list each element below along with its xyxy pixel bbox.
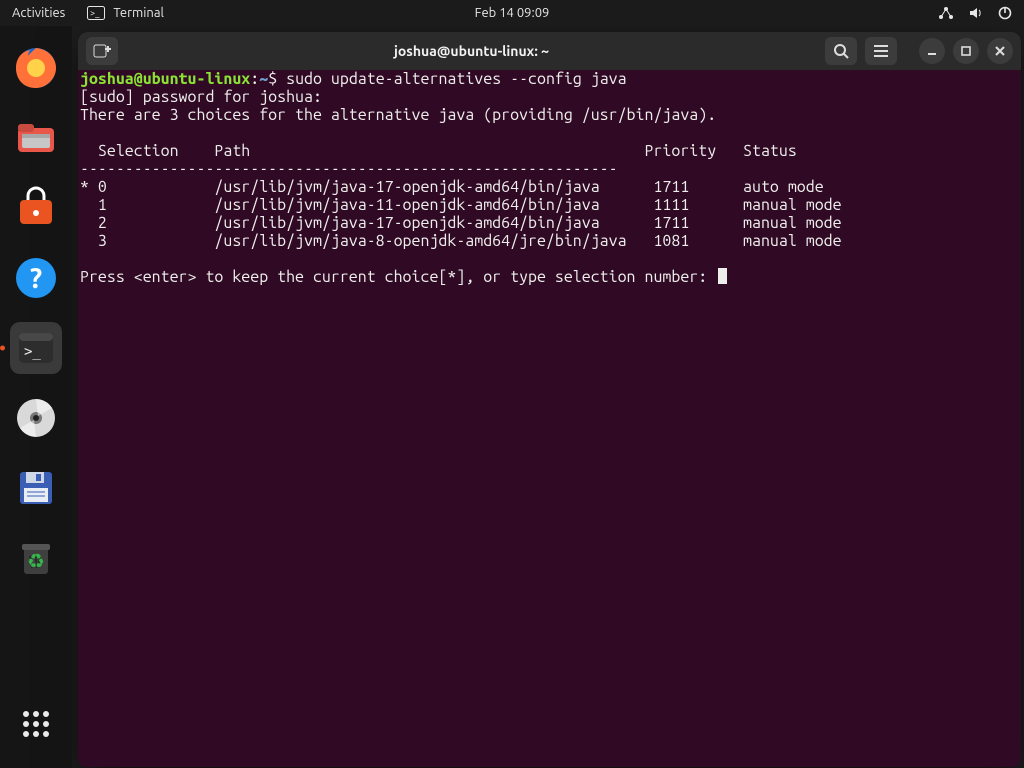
output-prompt: Press <enter> to keep the current choice…: [80, 268, 716, 286]
terminal-window: joshua@ubuntu-linux: ~ joshua@ubuntu-lin…: [78, 32, 1021, 767]
new-tab-button[interactable]: [86, 37, 118, 65]
show-applications-button[interactable]: [10, 698, 62, 750]
dock-item-floppy[interactable]: [10, 462, 62, 514]
hamburger-menu-button[interactable]: [865, 37, 897, 65]
power-icon[interactable]: [998, 6, 1012, 20]
svg-text:>_: >_: [24, 344, 41, 360]
svg-text:?: ?: [30, 263, 42, 294]
prompt-path: ~: [259, 70, 268, 88]
dock-item-firefox[interactable]: [10, 42, 62, 94]
output-row: * 0 /usr/lib/jvm/java-17-openjdk-amd64/b…: [80, 178, 824, 196]
prompt-sep: :: [250, 70, 259, 88]
output-header: Selection Path Priority Status: [80, 142, 797, 160]
dock-item-help[interactable]: ?: [10, 252, 62, 304]
app-menu-label: Terminal: [113, 6, 164, 20]
dock-item-software[interactable]: [10, 182, 62, 234]
network-icon[interactable]: [938, 6, 954, 20]
window-close-button[interactable]: [987, 38, 1013, 64]
terminal-menu-icon: >_: [87, 6, 105, 20]
output-row: 1 /usr/lib/jvm/java-11-openjdk-amd64/bin…: [80, 196, 842, 214]
window-title: joshua@ubuntu-linux: ~: [126, 43, 817, 59]
dock-item-trash[interactable]: ♻: [10, 532, 62, 584]
svg-text:♻: ♻: [27, 549, 45, 572]
dock-item-disc[interactable]: [10, 392, 62, 444]
dock: ? >_ ♻: [0, 26, 72, 768]
output-row: 3 /usr/lib/jvm/java-8-openjdk-amd64/jre/…: [80, 232, 842, 250]
dock-item-terminal[interactable]: >_: [10, 322, 62, 374]
output-rule: ----------------------------------------…: [80, 160, 618, 178]
prompt-user: joshua@ubuntu-linux: [80, 70, 250, 88]
terminal-header-bar: joshua@ubuntu-linux: ~: [78, 32, 1021, 70]
app-menu[interactable]: >_ Terminal: [87, 6, 164, 20]
activities-button[interactable]: Activities: [12, 6, 65, 20]
dock-item-files[interactable]: [10, 112, 62, 164]
output-line: There are 3 choices for the alternative …: [80, 106, 716, 124]
search-button[interactable]: [825, 37, 857, 65]
svg-text:>_: >_: [90, 8, 100, 18]
cursor: [718, 268, 727, 284]
window-maximize-button[interactable]: [953, 38, 979, 64]
clock[interactable]: Feb 14 09:09: [475, 6, 550, 20]
prompt-mark: $: [268, 70, 277, 88]
output-line: [sudo] password for joshua:: [80, 88, 322, 106]
window-minimize-button[interactable]: [919, 38, 945, 64]
volume-icon[interactable]: [968, 6, 984, 20]
gnome-topbar: Activities >_ Terminal Feb 14 09:09: [0, 0, 1024, 26]
terminal-content[interactable]: joshua@ubuntu-linux:~$ sudo update-alter…: [78, 70, 1021, 767]
output-row: 2 /usr/lib/jvm/java-17-openjdk-amd64/bin…: [80, 214, 842, 232]
entered-command: sudo update-alternatives --config java: [286, 70, 626, 88]
